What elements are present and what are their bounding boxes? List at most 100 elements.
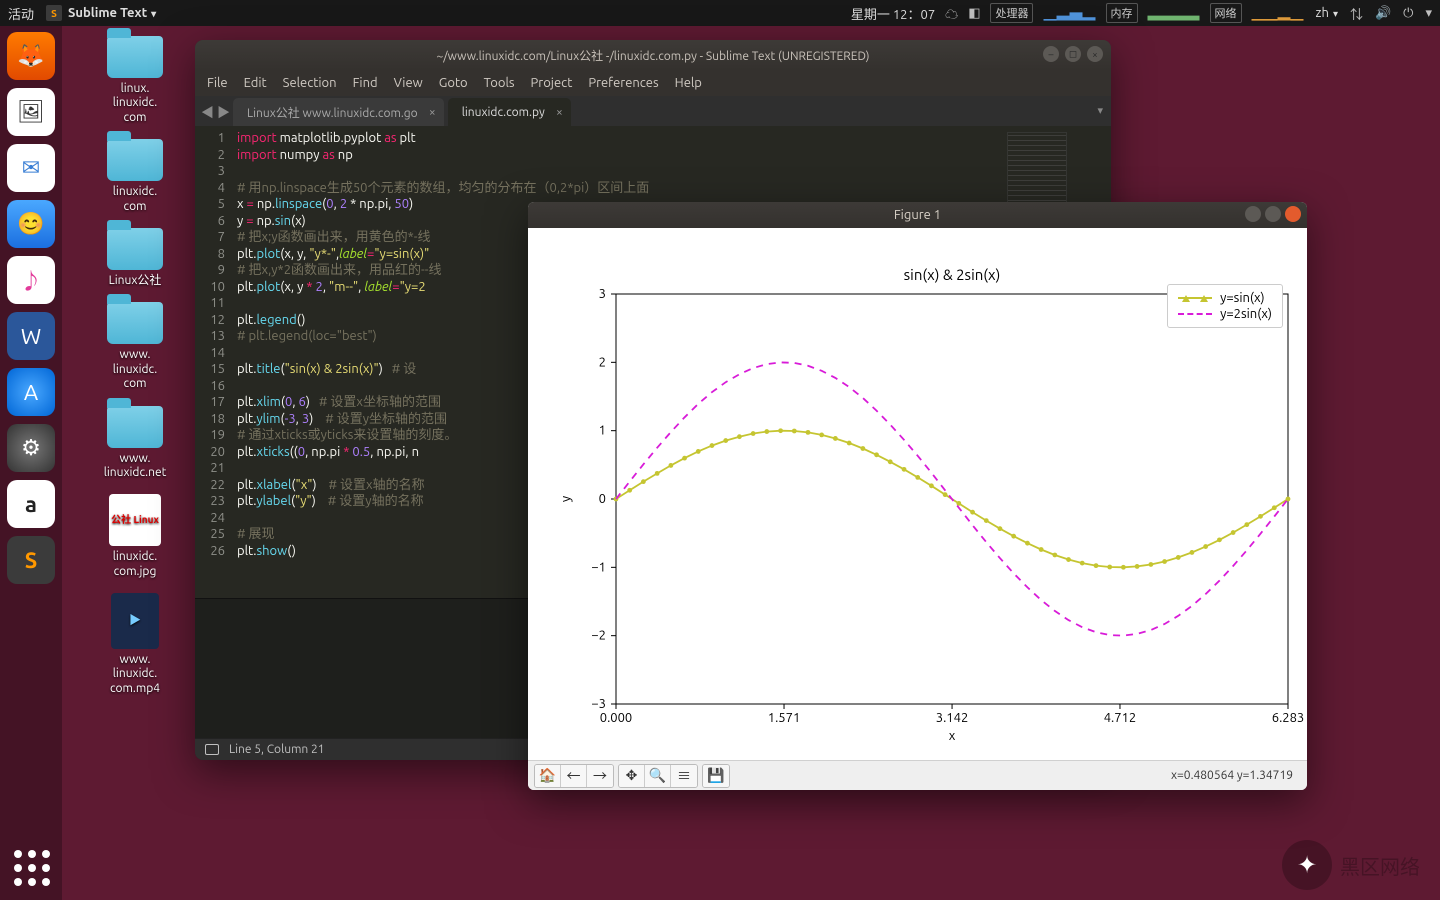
folder-icon	[107, 302, 163, 344]
desktop-item[interactable]: www. linuxidc.net	[80, 406, 190, 481]
menu-edit[interactable]: Edit	[244, 76, 267, 90]
menu-goto[interactable]: Goto	[439, 76, 468, 90]
svg-text:y: y	[559, 496, 573, 502]
weather-icon: ☁	[945, 4, 958, 23]
input-method[interactable]: zh	[1316, 6, 1338, 20]
network-icon[interactable]: ⇅	[1350, 4, 1363, 23]
subplots-button[interactable]: ≡	[671, 765, 697, 787]
maximize-button[interactable]: ◻	[1065, 46, 1081, 62]
notification-icon[interactable]: ◧	[968, 6, 980, 21]
cpu-indicator[interactable]: 处理器	[990, 3, 1033, 23]
volume-icon[interactable]: 🔊	[1375, 6, 1391, 21]
menu-help[interactable]: Help	[675, 76, 702, 90]
svg-text:4.712: 4.712	[1104, 711, 1137, 725]
svg-text:1.571: 1.571	[768, 711, 801, 725]
tab-close-icon[interactable]: ×	[556, 106, 563, 119]
net-graph-icon: ▁▁▂▁	[1252, 4, 1304, 23]
figure-maximize-button[interactable]	[1265, 206, 1281, 222]
figure-minimize-button[interactable]	[1245, 206, 1261, 222]
desktop-item[interactable]: Linux公社	[80, 228, 190, 288]
legend-label-1: y=2sin(x)	[1220, 307, 1272, 321]
menu-bar: File Edit Selection Find View Goto Tools Projec…	[195, 70, 1111, 96]
desktop-item[interactable]: linux. linuxidc. com	[80, 36, 190, 125]
minimize-button[interactable]: –	[1043, 46, 1059, 62]
svg-text:3: 3	[599, 287, 606, 301]
app-menu[interactable]: S Sublime Text	[46, 5, 156, 21]
desktop-item[interactable]: ▶www. linuxidc. com.mp4	[80, 593, 190, 696]
folder-icon	[107, 228, 163, 270]
zoom-button[interactable]: 🔍	[645, 765, 671, 787]
desktop-item[interactable]: linuxidc. com	[80, 139, 190, 214]
pan-button[interactable]: ✥	[619, 765, 645, 787]
tab-close-icon[interactable]: ×	[429, 106, 436, 119]
window-titlebar[interactable]: ~/www.linuxidc.com/Linux公社 -/linuxidc.co…	[195, 40, 1111, 70]
svg-text:6.283: 6.283	[1272, 711, 1305, 725]
sublime-launcher-icon[interactable]: S	[7, 536, 55, 584]
sublime-icon: S	[46, 5, 62, 21]
desktop-item-label: www. linuxidc.net	[104, 452, 167, 481]
menu-view[interactable]: View	[394, 76, 423, 90]
word-icon[interactable]: W	[7, 312, 55, 360]
power-icon[interactable]: ⏻	[1403, 6, 1413, 21]
menu-find[interactable]: Find	[353, 76, 378, 90]
figure-close-button[interactable]	[1285, 206, 1301, 222]
desktop-item-label: www. linuxidc. com.mp4	[110, 653, 160, 696]
folder-icon	[107, 36, 163, 78]
forward-button[interactable]: →	[587, 765, 613, 787]
matplotlib-window: Figure 1 −3−2−101230.0001.5713.1424.7126…	[528, 202, 1307, 790]
menu-tools[interactable]: Tools	[484, 76, 515, 90]
mail-icon[interactable]: ✉	[7, 144, 55, 192]
watermark: ✦ 黑区网络	[1282, 840, 1420, 890]
figure-titlebar[interactable]: Figure 1	[528, 202, 1307, 228]
clock[interactable]: 星期一 12：07	[851, 4, 935, 23]
settings-icon[interactable]: ⚙	[7, 424, 55, 472]
desktop-item-label: linuxidc. com	[113, 185, 157, 214]
svg-text:x: x	[949, 729, 956, 743]
cursor-coords: x=0.480564 y=1.34719	[1171, 769, 1301, 782]
menu-preferences[interactable]: Preferences	[588, 76, 658, 90]
close-button[interactable]: ×	[1087, 46, 1103, 62]
save-button[interactable]: 💾	[703, 765, 729, 787]
figure-toolbar: 🏠 ← → ✥ 🔍 ≡ 💾 x=0.480564 y=1.34719	[528, 760, 1307, 790]
show-applications-icon[interactable]	[14, 850, 50, 886]
desktop-item[interactable]: 公社 Linuxlinuxidc. com.jpg	[80, 494, 190, 579]
svg-text:0.000: 0.000	[600, 711, 633, 725]
figure-title: Figure 1	[894, 208, 941, 222]
svg-text:sin(x) & 2sin(x): sin(x) & 2sin(x)	[904, 266, 1001, 283]
watermark-icon: ✦	[1282, 840, 1332, 890]
app-store-icon[interactable]: A	[7, 368, 55, 416]
launcher-dock: 🦊 🖼 ✉ 😊 ♪ W A ⚙ a S	[0, 26, 62, 900]
menu-project[interactable]: Project	[531, 76, 573, 90]
folder-icon	[107, 406, 163, 448]
panel-switch-icon[interactable]	[205, 744, 219, 755]
files-icon[interactable]: 😊	[7, 200, 55, 248]
editor-tab[interactable]: Linux公社 www.linuxidc.com.go×	[233, 98, 444, 126]
desktop-icons: linux. linuxidc. com linuxidc. com Linux公社…	[80, 36, 190, 696]
net-indicator[interactable]: 网络	[1210, 3, 1242, 23]
svg-text:−2: −2	[591, 629, 606, 643]
mem-indicator[interactable]: 内存	[1106, 3, 1138, 23]
desktop-item-label: linuxidc. com.jpg	[113, 550, 157, 579]
editor-tab[interactable]: linuxidc.com.py×	[448, 98, 571, 126]
home-button[interactable]: 🏠	[535, 765, 561, 787]
legend: y=sin(x) y=2sin(x)	[1167, 284, 1283, 328]
firefox-icon[interactable]: 🦊	[7, 32, 55, 80]
window-title: ~/www.linuxidc.com/Linux公社 -/linuxidc.co…	[436, 47, 869, 64]
system-menu-icon[interactable]: ▾	[1425, 6, 1432, 21]
image-viewer-icon[interactable]: 🖼	[7, 88, 55, 136]
figure-canvas[interactable]: −3−2−101230.0001.5713.1424.7126.283sin(x…	[528, 228, 1307, 760]
desktop-item[interactable]: www. linuxidc. com	[80, 302, 190, 391]
amazon-icon[interactable]: a	[7, 480, 55, 528]
back-button[interactable]: ←	[561, 765, 587, 787]
menu-file[interactable]: File	[207, 76, 228, 90]
tab-history-nav[interactable]: ◀ ▶	[201, 102, 230, 121]
activities-button[interactable]: 活动	[8, 4, 34, 23]
menu-selection[interactable]: Selection	[283, 76, 337, 90]
tab-dropdown-icon[interactable]: ▾	[1097, 104, 1103, 117]
svg-text:−1: −1	[591, 560, 606, 574]
tab-strip: ◀ ▶ Linux公社 www.linuxidc.com.go×linuxidc…	[195, 96, 1111, 126]
svg-text:2: 2	[599, 355, 606, 369]
desktop-item-label: linux. linuxidc. com	[113, 82, 157, 125]
svg-text:−3: −3	[591, 697, 606, 711]
music-icon[interactable]: ♪	[7, 256, 55, 304]
